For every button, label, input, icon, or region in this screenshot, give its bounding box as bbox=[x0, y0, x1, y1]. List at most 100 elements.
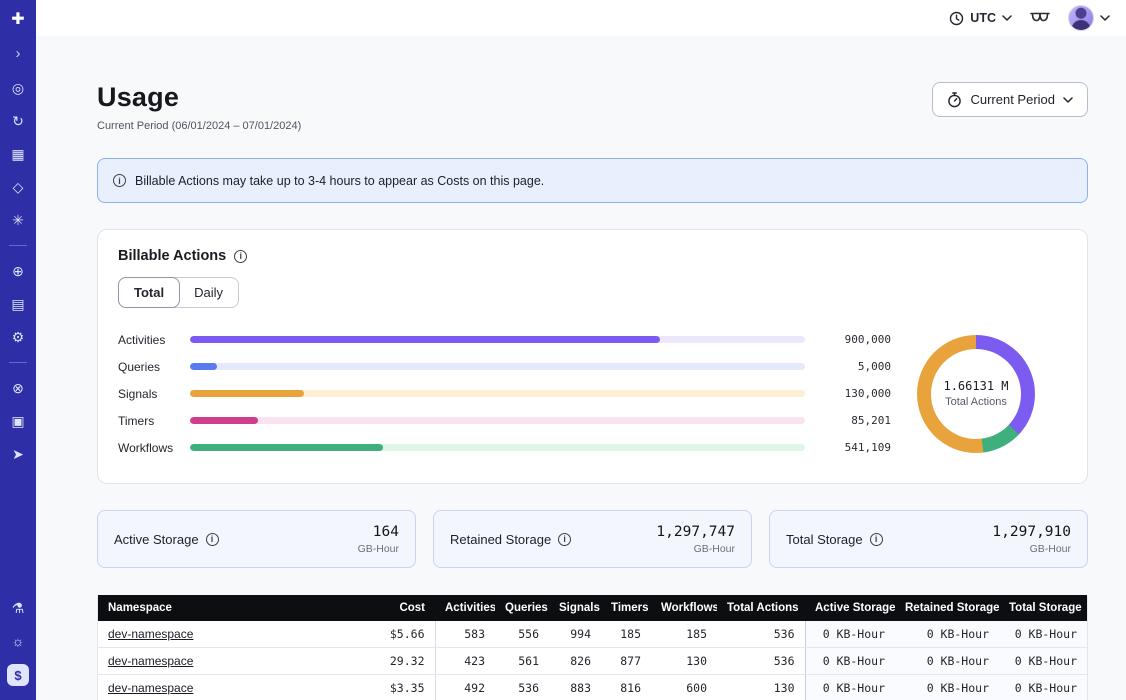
bar-fill bbox=[190, 336, 660, 343]
stat-value-number: 164 bbox=[358, 524, 399, 540]
timezone-label: UTC bbox=[970, 11, 996, 25]
cell-total-storage: 0 KB-Hour bbox=[999, 675, 1087, 700]
avatar bbox=[1068, 5, 1094, 31]
tab-total[interactable]: Total bbox=[118, 277, 180, 308]
bar-row-queries: Queries5,000 bbox=[118, 353, 891, 380]
billable-title-row: Billable Actions i bbox=[118, 248, 1067, 264]
cell-cost: $3.35 bbox=[355, 675, 435, 700]
cell-total-actions: 536 bbox=[717, 621, 805, 648]
stat-value-block: 1,297,747GB-Hour bbox=[656, 524, 735, 555]
account-menu[interactable] bbox=[1068, 5, 1110, 31]
cell-active-storage: 0 KB-Hour bbox=[805, 621, 895, 648]
clock-icon bbox=[949, 11, 964, 26]
billable-bars: Activities900,000Queries5,000Signals130,… bbox=[118, 326, 891, 461]
page-title: Usage bbox=[97, 82, 301, 113]
usage-table: NamespaceCostActivitiesQueriesSignalsTim… bbox=[98, 595, 1087, 700]
bar-label: Queries bbox=[118, 360, 190, 374]
period-selector-button[interactable]: Current Period bbox=[932, 82, 1088, 117]
col-header-active-storage: Active Storage bbox=[805, 595, 895, 621]
sidebar-divider bbox=[9, 362, 27, 363]
bar-value: 900,000 bbox=[819, 333, 891, 346]
regions-icon[interactable]: ⊕ bbox=[8, 261, 28, 281]
sidebar-group-help: ⊗ ▣ ➤ bbox=[8, 378, 28, 464]
info-icon[interactable]: i bbox=[558, 533, 571, 546]
feedback-icon[interactable]: ➤ bbox=[8, 444, 28, 464]
tab-daily[interactable]: Daily bbox=[179, 278, 238, 307]
namespace-link[interactable]: dev-namespace bbox=[108, 654, 193, 668]
donut-total-label: Total Actions bbox=[945, 396, 1007, 408]
cell-retained-storage: 0 KB-Hour bbox=[895, 621, 999, 648]
cell-total-actions: 130 bbox=[717, 675, 805, 700]
cell-namespace: dev-namespace bbox=[98, 675, 355, 700]
bar-row-activities: Activities900,000 bbox=[118, 326, 891, 353]
namespaces-icon[interactable]: ▦ bbox=[8, 144, 28, 164]
usage-table-body: dev-namespace$5.665835569941851855360 KB… bbox=[98, 621, 1087, 700]
bar-track bbox=[190, 444, 805, 451]
cell-activities: 423 bbox=[435, 648, 495, 675]
cell-cost: 29.32 bbox=[355, 648, 435, 675]
col-header-retained-storage: Retained Storage bbox=[895, 595, 999, 621]
namespace-link[interactable]: dev-namespace bbox=[108, 627, 193, 641]
stat-value-block: 1,297,910GB-Hour bbox=[992, 524, 1071, 555]
cell-signals: 826 bbox=[549, 648, 601, 675]
cell-signals: 883 bbox=[549, 675, 601, 700]
cell-namespace: dev-namespace bbox=[98, 621, 355, 648]
schedules-icon[interactable]: ↻ bbox=[8, 111, 28, 131]
info-icon: i bbox=[113, 174, 126, 187]
table-row: dev-namespace$3.354925368838166001300 KB… bbox=[98, 675, 1087, 700]
banner-text: Billable Actions may take up to 3-4 hour… bbox=[135, 174, 544, 188]
docs-icon[interactable]: ▣ bbox=[8, 411, 28, 431]
page-content: Usage Current Period (06/01/2024 – 07/01… bbox=[36, 36, 1126, 700]
nexus-icon[interactable]: ✳ bbox=[8, 210, 28, 230]
bar-row-signals: Signals130,000 bbox=[118, 380, 891, 407]
sidebar-divider bbox=[9, 245, 27, 246]
sidebar-group-main: ◎ ↻ ▦ ◇ ✳ bbox=[8, 78, 28, 230]
cell-timers: 877 bbox=[601, 648, 651, 675]
bar-track bbox=[190, 390, 805, 397]
main-area: UTC Usage Current Period (06/01/2024 – 0… bbox=[36, 0, 1126, 700]
workflows-icon[interactable]: ◎ bbox=[8, 78, 28, 98]
settings-icon[interactable]: ⚙ bbox=[8, 327, 28, 347]
support-icon[interactable]: ⊗ bbox=[8, 378, 28, 398]
collapse-icon[interactable]: › bbox=[8, 43, 28, 63]
bar-row-timers: Timers85,201 bbox=[118, 407, 891, 434]
bar-label: Signals bbox=[118, 387, 190, 401]
page-title-block: Usage Current Period (06/01/2024 – 07/01… bbox=[97, 82, 301, 132]
info-icon[interactable]: i bbox=[234, 250, 247, 263]
topbar: UTC bbox=[36, 0, 1126, 36]
cell-queries: 556 bbox=[495, 621, 549, 648]
cell-retained-storage: 0 KB-Hour bbox=[895, 675, 999, 700]
temporal-logo-icon[interactable]: ✚ bbox=[8, 10, 28, 30]
cell-retained-storage: 0 KB-Hour bbox=[895, 648, 999, 675]
cell-signals: 994 bbox=[549, 621, 601, 648]
stat-label: Retained Storage i bbox=[450, 532, 571, 547]
bar-track bbox=[190, 363, 805, 370]
cell-total-actions: 536 bbox=[717, 648, 805, 675]
info-icon[interactable]: i bbox=[206, 533, 219, 546]
col-header-activities: Activities bbox=[435, 595, 495, 621]
stat-label-text: Total Storage bbox=[786, 532, 863, 547]
cell-active-storage: 0 KB-Hour bbox=[805, 675, 895, 700]
bar-fill bbox=[190, 390, 304, 397]
billing-icon[interactable]: ▤ bbox=[8, 294, 28, 314]
currency-icon[interactable]: $ bbox=[7, 664, 29, 686]
app-root: ✚› ◎↻▦◇✳ ⊕▤⚙ ⊗▣➤ ⚗☼$ UTC Usa bbox=[0, 0, 1126, 700]
stopwatch-icon bbox=[947, 92, 962, 108]
deployments-icon[interactable]: ◇ bbox=[8, 177, 28, 197]
col-header-namespace: Namespace bbox=[98, 595, 355, 621]
theme-icon[interactable]: ☼ bbox=[8, 631, 28, 651]
bar-value: 85,201 bbox=[819, 414, 891, 427]
goggles-button[interactable] bbox=[1030, 12, 1050, 24]
chevron-down-icon bbox=[1100, 15, 1110, 21]
stat-label-text: Retained Storage bbox=[450, 532, 551, 547]
info-icon[interactable]: i bbox=[870, 533, 883, 546]
sidebar-group-bottom: ⚗ ☼ $ bbox=[7, 598, 29, 686]
labs-icon[interactable]: ⚗ bbox=[8, 598, 28, 618]
total-actions-donut: 1.66131 M Total Actions bbox=[917, 335, 1035, 453]
timezone-selector[interactable]: UTC bbox=[949, 11, 1012, 26]
namespace-link[interactable]: dev-namespace bbox=[108, 681, 193, 695]
stat-value-block: 164 GB-Hour bbox=[358, 524, 399, 555]
stat-unit: GB-Hour bbox=[358, 543, 399, 555]
col-header-signals: Signals bbox=[549, 595, 601, 621]
cell-queries: 561 bbox=[495, 648, 549, 675]
